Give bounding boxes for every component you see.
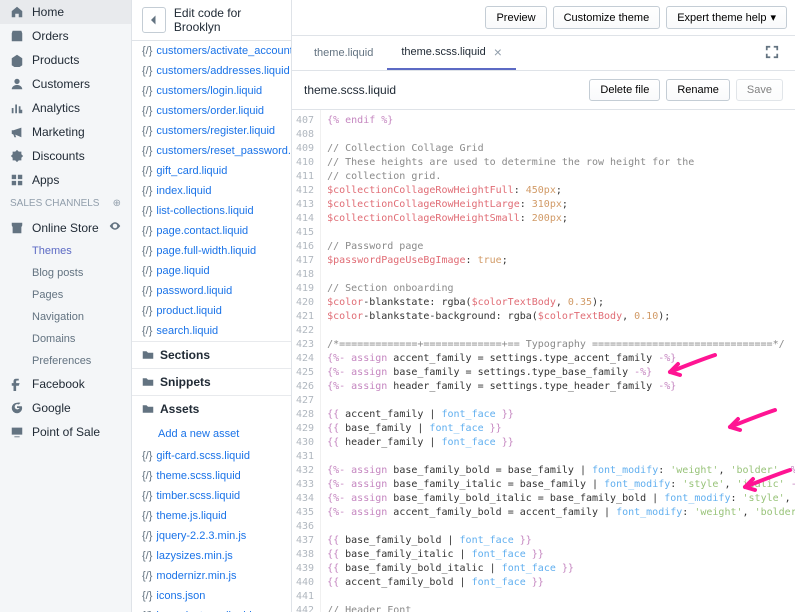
marketing-icon [10, 125, 24, 139]
file-item[interactable]: {/} timber.scss.liquid [132, 486, 291, 506]
file-item[interactable]: {/} lazysizes.min.js [132, 546, 291, 566]
store-icon [10, 221, 24, 235]
facebook-icon [10, 377, 24, 391]
current-filename: theme.scss.liquid [304, 83, 396, 97]
file-item[interactable]: {/} modernizr.min.js [132, 566, 291, 586]
orders-icon [10, 29, 24, 43]
customize-theme-button[interactable]: Customize theme [553, 6, 661, 29]
nav-discounts[interactable]: Discounts [0, 144, 131, 168]
nav-sub-themes[interactable]: Themes [0, 240, 131, 262]
analytics-icon [10, 101, 24, 115]
file-item[interactable]: {/} product.liquid [132, 301, 291, 321]
nav-analytics[interactable]: Analytics [0, 96, 131, 120]
file-item[interactable]: {/} list-collections.liquid [132, 201, 291, 221]
nav-sub-preferences[interactable]: Preferences [0, 350, 131, 372]
file-item[interactable]: {/} customers/reset_password.li [132, 141, 291, 161]
code-editor[interactable]: 407 408 409 410 411 412 413 414 415 416 … [292, 110, 795, 612]
file-item[interactable]: {/} page.contact.liquid [132, 221, 291, 241]
assets-folder[interactable]: Assets [132, 395, 291, 422]
google-icon [10, 401, 24, 415]
nav-label: Google [32, 401, 71, 415]
file-item[interactable]: {/} page.full-width.liquid [132, 241, 291, 261]
tab-theme-liquid[interactable]: theme.liquid [300, 39, 387, 67]
nav-home[interactable]: Home [0, 0, 131, 24]
nav-sub-navigation[interactable]: Navigation [0, 306, 131, 328]
snippets-folder[interactable]: Snippets [132, 368, 291, 395]
discounts-icon [10, 149, 24, 163]
file-item[interactable]: {/} password.liquid [132, 281, 291, 301]
file-item[interactable]: {/} gift-card.scss.liquid [132, 446, 291, 466]
folder-icon [142, 403, 154, 415]
nav-label: Customers [32, 77, 90, 91]
nav-marketing[interactable]: Marketing [0, 120, 131, 144]
file-tree-panel: Edit code for Brooklyn {/} customers/act… [132, 0, 292, 612]
expert-help-button[interactable]: Expert theme help ▾ [666, 6, 787, 29]
folder-icon [142, 376, 154, 388]
editor-panel: Preview Customize theme Expert theme hel… [292, 0, 795, 612]
nav-label: Orders [32, 29, 69, 43]
nav-orders[interactable]: Orders [0, 24, 131, 48]
folder-icon [142, 349, 154, 361]
file-item[interactable]: {/} gift_card.liquid [132, 161, 291, 181]
home-icon [10, 5, 24, 19]
edit-code-title: Edit code for Brooklyn [174, 6, 281, 34]
save-button: Save [736, 79, 783, 101]
file-item[interactable]: {/} customers/activate_account.li [132, 41, 291, 61]
file-item[interactable]: {/} theme.js.liquid [132, 506, 291, 526]
nav-label: Online Store [32, 221, 99, 235]
tab-theme-scss[interactable]: theme.scss.liquid × [387, 36, 516, 70]
customers-icon [10, 77, 24, 91]
file-item[interactable]: {/} ico-select.svg.liquid [132, 606, 291, 612]
file-item[interactable]: {/} icons.json [132, 586, 291, 606]
nav-google[interactable]: Google [0, 396, 131, 420]
nav-customers[interactable]: Customers [0, 72, 131, 96]
nav-label: Facebook [32, 377, 85, 391]
nav-label: Discounts [32, 149, 85, 163]
file-item[interactable]: {/} customers/login.liquid [132, 81, 291, 101]
file-item[interactable]: {/} customers/register.liquid [132, 121, 291, 141]
pos-icon [10, 425, 24, 439]
add-asset-link[interactable]: Add a new asset [132, 422, 291, 446]
nav-sub-domains[interactable]: Domains [0, 328, 131, 350]
close-tab-icon[interactable]: × [494, 44, 502, 60]
file-item[interactable]: {/} theme.scss.liquid [132, 466, 291, 486]
file-item[interactable]: {/} customers/order.liquid [132, 101, 291, 121]
file-item[interactable]: {/} customers/addresses.liquid [132, 61, 291, 81]
products-icon [10, 53, 24, 67]
file-item[interactable]: {/} page.liquid [132, 261, 291, 281]
nav-label: Analytics [32, 101, 80, 115]
nav-products[interactable]: Products [0, 48, 131, 72]
file-item[interactable]: {/} jquery-2.2.3.min.js [132, 526, 291, 546]
nav-sub-pages[interactable]: Pages [0, 284, 131, 306]
nav-label: Apps [32, 173, 59, 187]
sales-channels-header: SALES CHANNELS ⊕ [0, 192, 131, 215]
nav-label: Home [32, 5, 64, 19]
nav-facebook[interactable]: Facebook [0, 372, 131, 396]
apps-icon [10, 173, 24, 187]
nav-label: Point of Sale [32, 425, 100, 439]
preview-button[interactable]: Preview [485, 6, 546, 29]
nav-label: Products [32, 53, 79, 67]
sections-folder[interactable]: Sections [132, 341, 291, 368]
delete-file-button[interactable]: Delete file [589, 79, 660, 101]
back-button[interactable] [142, 7, 166, 33]
file-item[interactable]: {/} search.liquid [132, 321, 291, 341]
file-item[interactable]: {/} index.liquid [132, 181, 291, 201]
nav-online-store[interactable]: Online Store [0, 215, 131, 240]
add-channel-icon[interactable]: ⊕ [113, 198, 121, 209]
nav-apps[interactable]: Apps [0, 168, 131, 192]
nav-point-of-sale[interactable]: Point of Sale [0, 420, 131, 444]
expand-editor-icon[interactable] [757, 37, 787, 70]
main-nav: Home Orders Products Customers Analytics Mark… [0, 0, 132, 612]
line-gutter: 407 408 409 410 411 412 413 414 415 416 … [292, 110, 321, 612]
chevron-down-icon: ▾ [770, 11, 776, 24]
nav-label: Marketing [32, 125, 85, 139]
eye-icon[interactable] [109, 220, 121, 235]
code-body[interactable]: {% endif %} // Collection Collage Grid /… [321, 110, 795, 612]
nav-sub-blog-posts[interactable]: Blog posts [0, 262, 131, 284]
rename-button[interactable]: Rename [666, 79, 730, 101]
